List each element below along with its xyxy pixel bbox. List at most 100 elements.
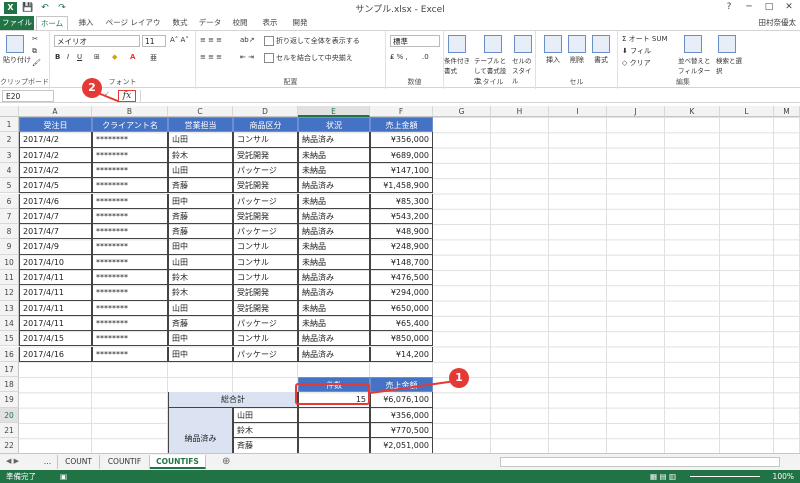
sort-filter-icon[interactable] xyxy=(684,35,702,53)
merge-center-button[interactable]: セルを結合して中央揃え xyxy=(264,53,353,63)
table-cell[interactable]: ******** xyxy=(92,147,168,163)
row-header-12[interactable]: 12 xyxy=(0,285,19,301)
tab-data[interactable]: データ xyxy=(196,16,224,30)
table-cell[interactable]: 納品済み xyxy=(298,178,370,194)
table-cell[interactable]: 斉藤 xyxy=(168,315,233,332)
table-cell[interactable]: 田中 xyxy=(168,239,233,255)
cut-icon[interactable]: ✂ xyxy=(32,35,38,43)
table-cell[interactable]: 納品済み xyxy=(298,331,370,347)
table-cell[interactable]: 山田 xyxy=(168,162,233,179)
sheet-tab-count[interactable]: COUNT xyxy=(58,455,100,469)
row-header-14[interactable]: 14 xyxy=(0,315,19,332)
tab-page-layout[interactable]: ページ レイアウト xyxy=(102,16,164,41)
table-cell[interactable]: 鈴木 xyxy=(168,285,233,301)
zoom-slider[interactable] xyxy=(690,476,760,477)
wrap-text-button[interactable]: 折り返して全体を表示する xyxy=(264,36,360,46)
macro-record-icon[interactable]: ▣ xyxy=(60,470,67,483)
table-cell[interactable]: 斉藤 xyxy=(168,178,233,194)
table-cell[interactable]: パッケージ xyxy=(233,315,298,332)
table-cell[interactable]: ¥850,000 xyxy=(370,331,433,347)
row-header-15[interactable]: 15 xyxy=(0,331,19,347)
column-header-c[interactable]: C xyxy=(168,106,233,117)
row-header-19[interactable]: 19 xyxy=(0,392,19,408)
tab-view[interactable]: 表示 xyxy=(256,16,284,30)
table-cell[interactable]: 2017/4/11 xyxy=(19,300,92,316)
column-header-l[interactable]: L xyxy=(720,106,774,117)
table-cell[interactable]: 2017/4/11 xyxy=(19,285,92,301)
row-header-6[interactable]: 6 xyxy=(0,193,19,209)
table-cell[interactable]: ¥1,458,900 xyxy=(370,178,433,194)
table-cell[interactable]: 2017/4/9 xyxy=(19,239,92,255)
row-header-22[interactable]: 22 xyxy=(0,438,19,454)
table-cell[interactable]: パッケージ xyxy=(233,193,298,209)
cell-style-icon[interactable] xyxy=(514,35,532,53)
row-header-2[interactable]: 2 xyxy=(0,132,19,148)
row-header-3[interactable]: 3 xyxy=(0,147,19,163)
minimize-icon[interactable]: ─ xyxy=(740,1,758,14)
table-cell[interactable]: 受託開発 xyxy=(233,285,298,301)
tab-file[interactable]: ファイル xyxy=(0,16,34,30)
tab-formulas[interactable]: 数式 xyxy=(166,16,194,30)
table-cell[interactable]: 山田 xyxy=(168,254,233,270)
table-cell[interactable]: 納品済み xyxy=(298,346,370,362)
table-cell[interactable]: ¥650,000 xyxy=(370,300,433,316)
table-cell[interactable]: 受託開発 xyxy=(233,147,298,163)
table-cell[interactable]: 2017/4/6 xyxy=(19,193,92,209)
row-header-18[interactable]: 18 xyxy=(0,377,19,393)
table-cell[interactable]: 受託開発 xyxy=(233,178,298,194)
delete-cells-icon[interactable] xyxy=(568,35,586,53)
table-cell[interactable]: ¥356,000 xyxy=(370,132,433,148)
table-cell[interactable]: ******** xyxy=(92,239,168,255)
table-cell[interactable]: 2017/4/2 xyxy=(19,132,92,148)
table-cell[interactable]: ¥476,500 xyxy=(370,270,433,286)
table-cell[interactable]: 受託開発 xyxy=(233,300,298,316)
table-cell[interactable]: 2017/4/5 xyxy=(19,178,92,194)
table-cell[interactable]: ******** xyxy=(92,193,168,209)
table-cell[interactable]: ******** xyxy=(92,315,168,332)
delete-cells-button[interactable]: 削除 xyxy=(570,55,584,65)
column-header-d[interactable]: D xyxy=(233,106,298,117)
summary-person-count[interactable] xyxy=(298,407,370,423)
conditional-format-icon[interactable] xyxy=(448,35,466,53)
table-cell[interactable]: 納品済み xyxy=(298,208,370,225)
column-header-h[interactable]: H xyxy=(491,106,549,117)
table-cell[interactable]: 納品済み xyxy=(298,132,370,148)
table-cell[interactable]: 田中 xyxy=(168,331,233,347)
table-cell[interactable]: ******** xyxy=(92,178,168,194)
select-all-corner[interactable] xyxy=(0,106,19,117)
row-header-20[interactable]: 20 xyxy=(0,407,19,423)
maximize-icon[interactable]: □ xyxy=(760,1,778,14)
format-cells-icon[interactable] xyxy=(592,35,610,53)
table-cell[interactable]: コンサル xyxy=(233,254,298,270)
table-cell[interactable]: 未納品 xyxy=(298,239,370,255)
row-header-1[interactable]: 1 xyxy=(0,117,19,133)
sheet-tab-countif[interactable]: COUNTIF xyxy=(100,455,150,469)
column-header-k[interactable]: K xyxy=(665,106,720,117)
table-cell[interactable]: ******** xyxy=(92,132,168,148)
user-name[interactable]: 田村奈優太 xyxy=(759,17,797,28)
table-cell[interactable]: ¥65,400 xyxy=(370,315,433,332)
table-cell[interactable]: コンサル xyxy=(233,331,298,347)
table-cell[interactable]: 2017/4/16 xyxy=(19,346,92,362)
table-cell[interactable]: ¥543,200 xyxy=(370,208,433,225)
table-cell[interactable]: 未納品 xyxy=(298,254,370,270)
conditional-format-button[interactable]: 条件付き書式 xyxy=(444,55,476,75)
find-select-button[interactable]: 検索と選択 xyxy=(716,55,744,75)
table-cell[interactable]: 未納品 xyxy=(298,147,370,163)
table-cell[interactable]: 納品済み xyxy=(298,285,370,301)
clear-button[interactable]: ◇ クリア xyxy=(622,58,651,68)
autosum-button[interactable]: Σ オート SUM xyxy=(622,34,668,44)
percent-icon[interactable]: ₤ % , xyxy=(390,53,408,61)
column-header-b[interactable]: B xyxy=(92,106,168,117)
table-format-icon[interactable] xyxy=(484,35,502,53)
close-icon[interactable]: ✕ xyxy=(780,1,798,14)
column-header-e[interactable]: E xyxy=(298,106,370,117)
copy-icon[interactable]: ⧉ xyxy=(32,47,37,56)
summary-person-amount[interactable]: ¥2,051,000 xyxy=(370,438,433,454)
table-cell[interactable]: パッケージ xyxy=(233,162,298,179)
summary-person-name[interactable]: 斉藤 xyxy=(233,438,298,454)
find-select-icon[interactable] xyxy=(718,35,736,53)
insert-cells-icon[interactable] xyxy=(544,35,562,53)
fill-button[interactable]: ⬇ フィル xyxy=(622,46,651,56)
bold-icon[interactable]: B xyxy=(55,53,60,61)
